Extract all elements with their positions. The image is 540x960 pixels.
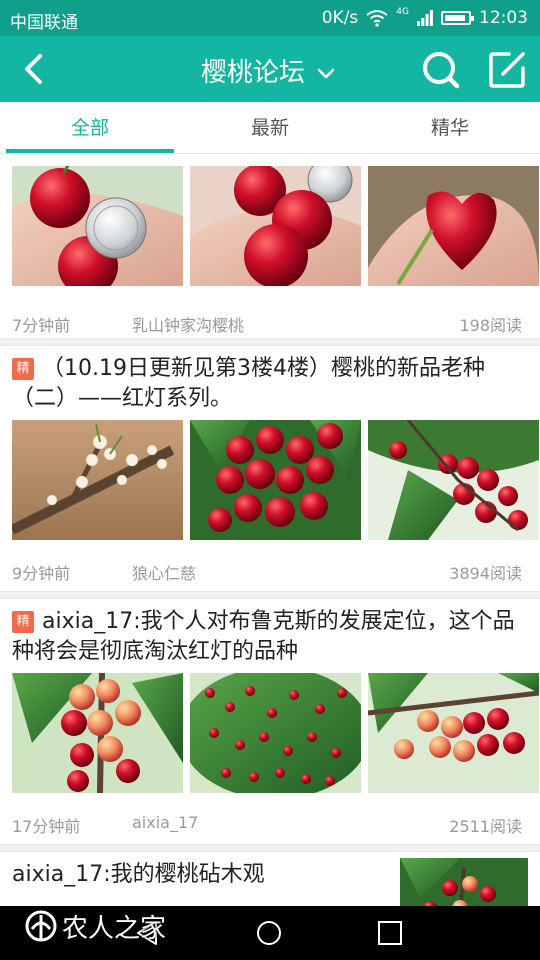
post-read-count: 3894阅读 (449, 564, 522, 583)
nav-recent-icon[interactable] (377, 920, 403, 946)
divider (0, 844, 540, 852)
nav-home-icon[interactable] (256, 920, 282, 946)
tab-featured[interactable]: 精华 (360, 102, 540, 153)
tab-latest[interactable]: 最新 (180, 102, 360, 153)
post-meta: 9分钟前 狼心仁慈 3894阅读 (12, 560, 522, 584)
post-author[interactable]: 乳山钟家沟樱桃 (132, 312, 244, 336)
compose-icon[interactable] (487, 50, 527, 90)
post-author[interactable]: aixia_17 (132, 813, 198, 832)
network-speed: 0K/s (321, 8, 359, 28)
post-time: 17分钟前 (12, 817, 81, 836)
post-thumbnails (12, 673, 540, 793)
cherry-tree-photo[interactable] (190, 673, 361, 793)
featured-badge: 精 (12, 358, 34, 380)
post-time: 9分钟前 (12, 564, 71, 583)
post-title: 精（10.19日更新见第3楼4楼）樱桃的新品老种（二）——红灯系列。 (12, 356, 485, 411)
watermark-text: 农人之家 (62, 913, 167, 944)
cherry-branch-photo[interactable] (368, 673, 539, 793)
battery-icon (441, 11, 474, 25)
cherry-tree-photo[interactable] (368, 420, 539, 540)
signal-icon (417, 10, 433, 26)
page-title: 樱桃论坛 (200, 58, 305, 88)
farmer-logo-icon (25, 910, 57, 942)
featured-badge: 精 (12, 611, 34, 633)
post-thumbnails (12, 166, 540, 286)
post-author[interactable]: 狼心仁慈 (132, 560, 196, 584)
post-title: aixia_17:我的樱桃砧木观 (12, 862, 265, 887)
cherry-cluster-photo[interactable] (190, 420, 361, 540)
wifi-icon (366, 10, 388, 27)
network-type: 4G (396, 7, 409, 17)
cherry-tree-photo[interactable] (400, 858, 528, 906)
post-meta: 7分钟前 乳山钟家沟樱桃 198阅读 (12, 312, 522, 336)
app-bar: 樱桃论坛 (0, 36, 540, 102)
carrier-name: 中国联通 (10, 13, 78, 33)
tab-all[interactable]: 全部 (0, 102, 180, 153)
chevron-down-icon (317, 68, 335, 78)
divider (0, 338, 540, 346)
cherry-blossom-branch-photo[interactable] (12, 420, 183, 540)
post-read-count: 198阅读 (459, 316, 522, 335)
post-title: 精 aixia_17:我个人对布鲁克斯的发展定位，这个品种将会是彻底淘汰红灯的品种 (12, 609, 515, 664)
post-feed[interactable]: 7分钟前 乳山钟家沟樱桃 198阅读 精（10.19日更新见第3楼4楼）樱桃的新… (0, 154, 540, 906)
status-bar: 中国联通 0K/s 4G 12:03 (0, 0, 540, 36)
cherries-with-coin-photo[interactable] (190, 166, 361, 286)
cherries-with-coin-photo[interactable] (12, 166, 183, 286)
post-thumbnails (12, 420, 540, 540)
clock: 12:03 (479, 8, 528, 28)
cherry-branch-photo[interactable] (12, 673, 183, 793)
search-icon[interactable] (421, 50, 461, 90)
post-read-count: 2511阅读 (449, 817, 522, 836)
status-icons: 0K/s 4G 12:03 (321, 7, 528, 28)
divider (0, 591, 540, 599)
tab-bar: 全部 最新 精华 (0, 102, 540, 154)
post-time: 7分钟前 (12, 316, 71, 335)
post-meta: 17分钟前 aixia_17 2511阅读 (12, 813, 522, 836)
watermark-logo: 农人之家 (24, 906, 166, 946)
heart-cherry-photo[interactable] (368, 166, 539, 286)
